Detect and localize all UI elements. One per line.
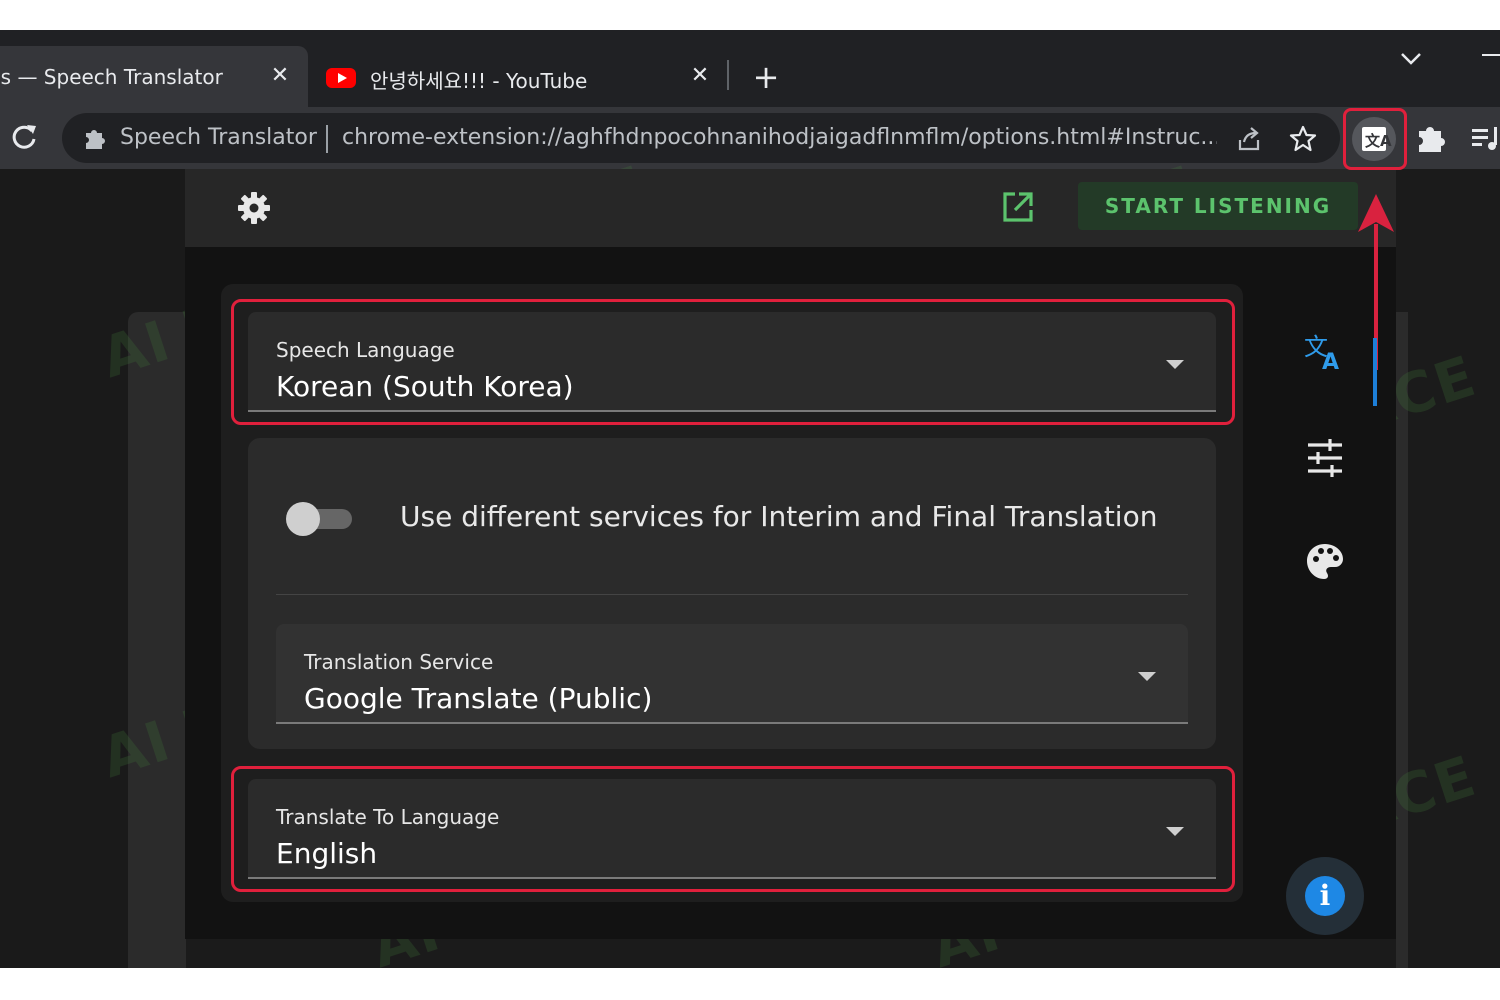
different-services-toggle[interactable]	[286, 500, 354, 536]
info-icon: i	[1305, 876, 1345, 916]
share-icon[interactable]	[1234, 124, 1264, 154]
site-chip: Speech Translator	[120, 125, 317, 150]
chevron-down-icon	[1138, 672, 1156, 681]
gear-icon[interactable]	[235, 189, 273, 227]
translation-service-value: Google Translate (Public)	[304, 682, 653, 715]
info-button[interactable]: i	[1286, 857, 1364, 935]
divider	[276, 594, 1188, 595]
popup-header: START LISTENING	[185, 169, 1396, 247]
page-card-edge	[128, 312, 186, 968]
highlight-speech-language	[231, 299, 1235, 425]
different-services-label: Use different services for Interim and F…	[400, 500, 1158, 533]
tune-sliders-icon[interactable]	[1302, 435, 1348, 481]
highlight-extension-button	[1343, 108, 1407, 170]
toggle-thumb	[286, 502, 320, 536]
new-tab-button[interactable]: +	[748, 60, 784, 96]
window-minimize-button[interactable]	[1482, 54, 1500, 56]
tab-speech-translator-options[interactable]: ns — Speech Translator ✕	[0, 46, 308, 107]
highlight-target-language	[231, 766, 1235, 892]
open-in-new-icon[interactable]	[999, 188, 1037, 226]
tab-separator	[727, 60, 729, 90]
tab-title: 안녕하세요!!! - YouTube	[370, 69, 588, 93]
media-control-icon[interactable]	[1470, 121, 1500, 155]
page-card-edge	[1396, 312, 1408, 968]
extension-puzzle-icon	[86, 130, 105, 149]
omnibox-separator	[326, 125, 328, 153]
translation-service-select[interactable]: Translation Service Google Translate (Pu…	[276, 624, 1188, 724]
tab-title: ns — Speech Translator	[0, 65, 223, 89]
tab-strip: ns — Speech Translator ✕ 안녕하세요!!! - YouT…	[0, 30, 1500, 107]
url-text[interactable]: chrome-extension://aghfhdnpocohnanihodja…	[342, 125, 1217, 150]
translation-service-label: Translation Service	[304, 650, 494, 674]
translation-services-card: Use different services for Interim and F…	[248, 438, 1216, 749]
extensions-puzzle-icon[interactable]	[1414, 121, 1448, 155]
tab-youtube[interactable]: 안녕하세요!!! - YouTube ✕	[312, 46, 724, 107]
tab-close-icon[interactable]: ✕	[264, 60, 296, 92]
address-bar[interactable]: Speech Translator chrome-extension://agh…	[62, 113, 1340, 163]
svg-text:A: A	[1322, 350, 1339, 375]
tab-close-icon[interactable]: ✕	[684, 60, 716, 92]
browser-toolbar: Speech Translator chrome-extension://agh…	[0, 107, 1500, 169]
youtube-icon	[326, 68, 356, 88]
translate-icon[interactable]: 文 A	[1302, 329, 1348, 375]
start-listening-button[interactable]: START LISTENING	[1078, 182, 1358, 230]
palette-icon[interactable]	[1302, 539, 1348, 585]
tab-search-chevron-icon[interactable]	[1396, 44, 1426, 74]
scroll-indicator	[1373, 338, 1377, 406]
bookmark-star-icon[interactable]	[1288, 124, 1318, 154]
reload-icon[interactable]	[8, 121, 40, 153]
